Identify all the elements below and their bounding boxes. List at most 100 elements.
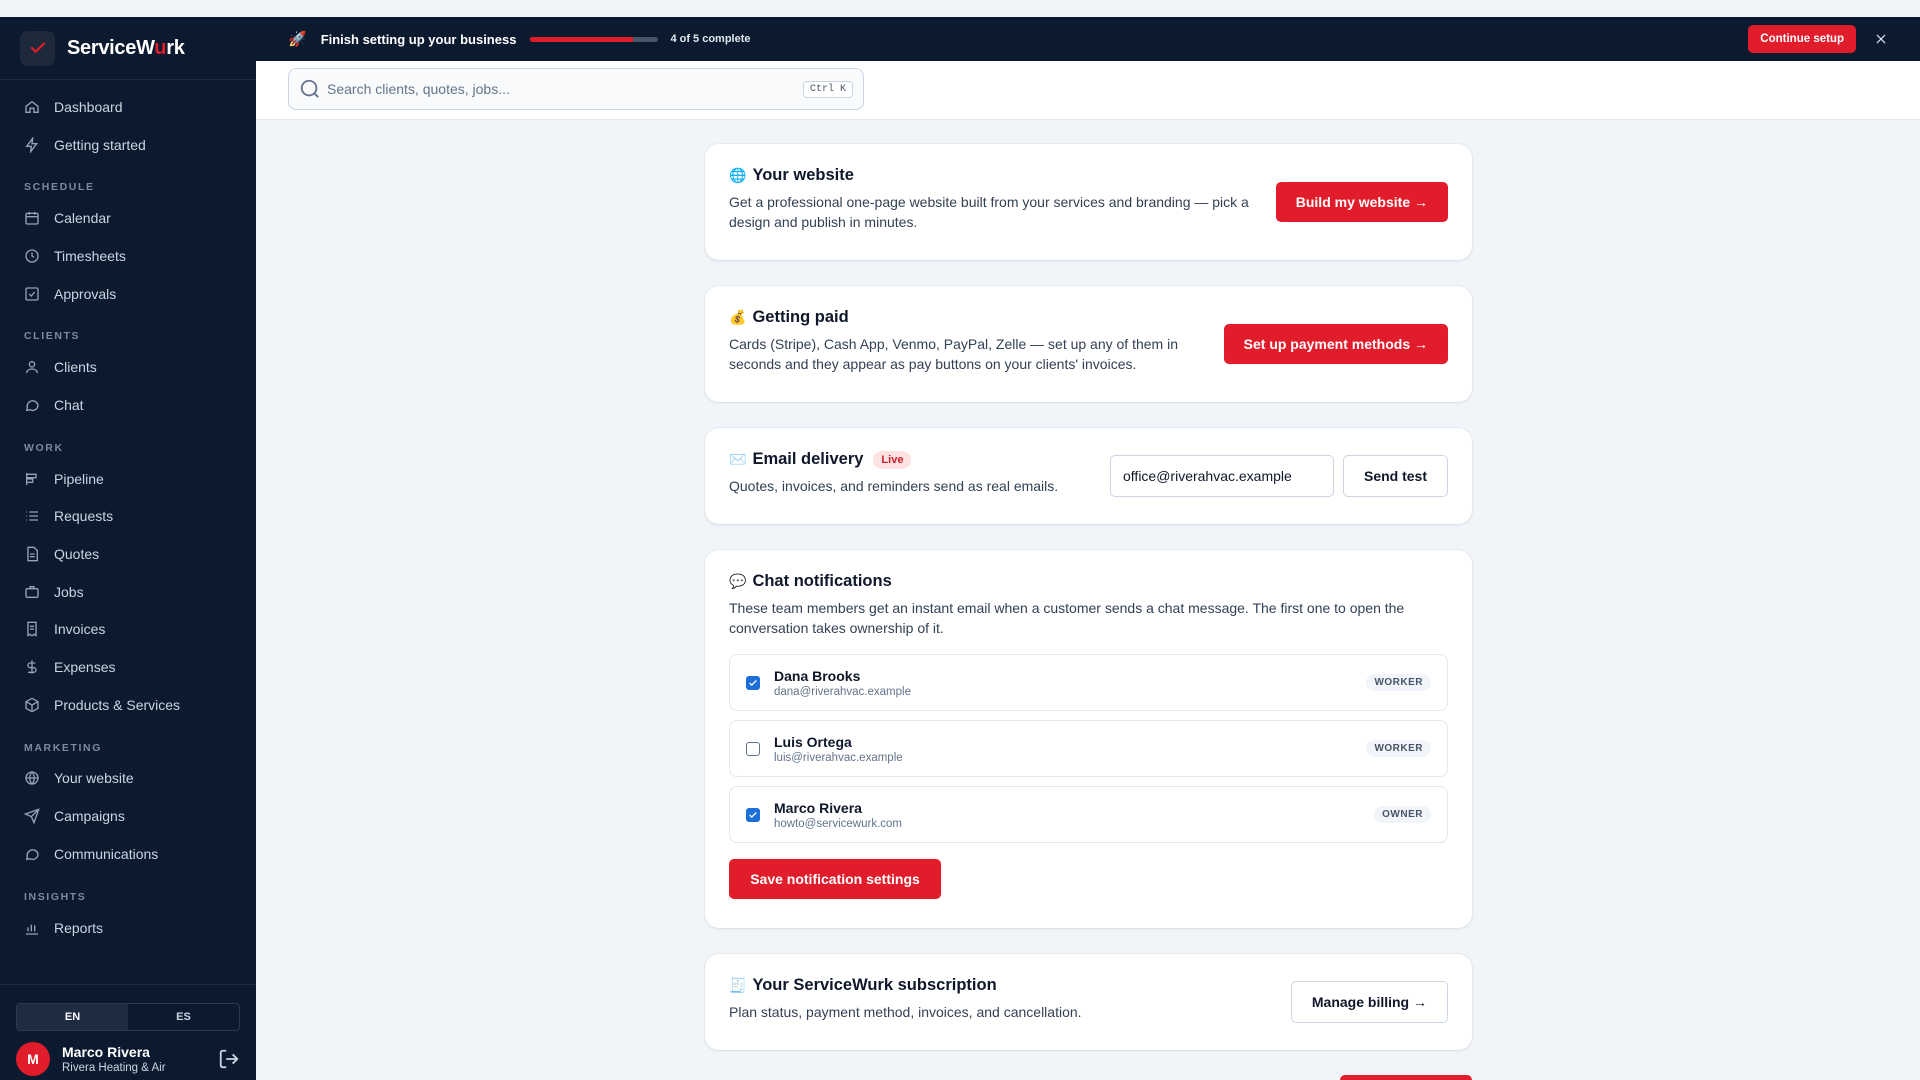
language-toggle: EN ES — [16, 1003, 240, 1031]
sidebar-item-approvals[interactable]: Approvals — [0, 275, 256, 313]
continue-setup-button[interactable]: Continue setup — [1748, 25, 1856, 53]
search-icon — [300, 79, 319, 98]
sidebar-item-invoices[interactable]: Invoices — [0, 611, 256, 649]
sidebar-item-communications[interactable]: Communications — [0, 835, 256, 873]
notify-checkbox[interactable] — [746, 675, 760, 690]
avatar[interactable]: M — [16, 1042, 50, 1076]
offscreen-button-edge[interactable] — [1340, 1075, 1472, 1080]
setup-progress-count: 4 of 5 complete — [670, 33, 751, 45]
subscription-card-title: Your ServiceWurk subscription — [752, 976, 997, 994]
member-email: howto@servicewurk.com — [774, 817, 902, 830]
clock-icon — [25, 249, 39, 263]
search-input[interactable] — [327, 81, 803, 97]
section-clients: CLIENTS — [24, 330, 81, 343]
user-company: Rivera Heating & Air — [62, 1062, 166, 1074]
sidebar-nav: Dashboard Getting started SCHEDULE Calen… — [0, 80, 256, 954]
role-badge: OWNER — [1374, 806, 1431, 823]
checkmark-icon — [749, 679, 757, 686]
globe-icon: 🌐 — [729, 167, 747, 183]
member-email: dana@riverahvac.example — [774, 685, 911, 698]
sidebar-item-campaigns[interactable]: Campaigns — [0, 797, 256, 835]
notify-checkbox[interactable] — [746, 741, 760, 756]
member-name: Marco Rivera — [774, 799, 862, 816]
sidebar-item-reports[interactable]: Reports — [0, 909, 256, 947]
send-icon — [24, 808, 40, 825]
website-card-title: Your website — [752, 166, 854, 184]
setup-payment-methods-button[interactable]: Set up payment methods → — [1223, 324, 1448, 364]
live-status-badge: Live — [873, 450, 912, 469]
section-work: WORK — [24, 441, 64, 454]
close-icon[interactable] — [1874, 32, 1888, 46]
bolt-icon — [25, 136, 38, 153]
sidebar-item-chat[interactable]: Chat — [0, 386, 256, 424]
team-member-row[interactable]: Luis Ortega luis@riverahvac.example WORK… — [729, 720, 1448, 777]
team-member-row[interactable]: Marco Rivera howto@servicewurk.com OWNER — [729, 786, 1448, 843]
setup-banner-title: Finish setting up your business — [320, 31, 517, 47]
briefcase-icon — [25, 585, 39, 598]
sidebar-item-dashboard[interactable]: Dashboard — [0, 88, 256, 126]
notify-checkbox[interactable] — [746, 807, 760, 822]
manage-billing-button[interactable]: Manage billing → — [1290, 981, 1448, 1023]
role-badge: WORKER — [1366, 740, 1431, 757]
settings-content: 🌐 Your website Get a professional one-pa… — [256, 120, 1920, 1080]
calendar-icon — [25, 212, 39, 225]
member-email: luis@riverahvac.example — [774, 751, 903, 764]
logout-icon[interactable] — [218, 1048, 240, 1070]
chat-notifications-card-description: These team members get an instant email … — [729, 600, 1405, 636]
chat-notifications-card: 💬 Chat notifications These team members … — [705, 550, 1472, 928]
list-icon — [26, 511, 38, 522]
rocket-icon: 🚀 — [288, 31, 307, 48]
envelope-icon: ✉️ — [729, 451, 747, 467]
getting-paid-card-description: Cards (Stripe), Cash App, Venmo, PayPal,… — [729, 336, 1178, 372]
sidebar: ServiceWurk Dashboard Getting started SC… — [0, 17, 256, 1080]
sidebar-item-pipeline[interactable]: Pipeline — [0, 460, 256, 498]
brand-name: ServiceWurk — [67, 36, 185, 59]
chat-bubble-icon — [25, 400, 39, 412]
sidebar-item-jobs[interactable]: Jobs — [0, 573, 256, 611]
build-website-button[interactable]: Build my website → — [1275, 182, 1448, 222]
section-insights: INSIGHTS — [24, 890, 87, 903]
money-bag-icon: 💰 — [729, 309, 747, 325]
website-card-description: Get a professional one-page website buil… — [729, 194, 1249, 230]
send-test-button[interactable]: Send test — [1342, 455, 1448, 497]
sidebar-item-quotes[interactable]: Quotes — [0, 535, 256, 573]
email-delivery-card-description: Quotes, invoices, and reminders send as … — [729, 478, 1059, 494]
email-delivery-card: ✉️ Email delivery Live Quotes, invoices,… — [705, 428, 1472, 524]
check-square-icon — [25, 286, 39, 301]
user-profile: M Marco Rivera Rivera Heating & Air — [16, 1041, 240, 1077]
website-card: 🌐 Your website Get a professional one-pa… — [705, 144, 1472, 260]
sidebar-item-your-website[interactable]: Your website — [0, 760, 256, 798]
box-icon — [25, 697, 39, 713]
check-icon — [20, 30, 55, 66]
sidebar-item-products-services[interactable]: Products & Services — [0, 686, 256, 724]
language-en-button[interactable]: EN — [17, 1004, 128, 1030]
sidebar-footer: EN ES M Marco Rivera Rivera Heating & Ai… — [0, 984, 256, 1080]
checkmark-icon — [749, 811, 757, 818]
save-notification-settings-button[interactable]: Save notification settings — [729, 859, 941, 899]
section-marketing: MARKETING — [24, 741, 102, 754]
sidebar-item-requests[interactable]: Requests — [0, 498, 256, 536]
sidebar-item-getting-started[interactable]: Getting started — [0, 126, 256, 164]
sidebar-item-timesheets[interactable]: Timesheets — [0, 237, 256, 275]
sidebar-item-expenses[interactable]: Expenses — [0, 648, 256, 686]
dollar-icon — [27, 660, 37, 674]
member-name: Luis Ortega — [774, 733, 852, 750]
invoice-icon — [27, 622, 37, 638]
sidebar-item-calendar[interactable]: Calendar — [0, 199, 256, 237]
user-icon — [26, 361, 38, 374]
email-delivery-card-title: Email delivery — [752, 450, 864, 468]
user-name: Marco Rivera — [62, 1044, 150, 1060]
role-badge: WORKER — [1366, 674, 1431, 691]
globe-icon — [25, 771, 39, 786]
language-es-button[interactable]: ES — [128, 1004, 239, 1030]
sidebar-item-clients[interactable]: Clients — [0, 348, 256, 386]
setup-progress-fill — [530, 36, 633, 42]
setup-progress-bar — [530, 36, 659, 42]
team-member-row[interactable]: Dana Brooks dana@riverahvac.example WORK… — [729, 654, 1448, 711]
brand[interactable]: ServiceWurk — [0, 17, 256, 80]
document-icon — [27, 546, 38, 562]
search-shortcut-hint: Ctrl K — [802, 80, 853, 98]
team-member-list: Dana Brooks dana@riverahvac.example WORK… — [729, 654, 1448, 843]
pipeline-icon — [26, 472, 37, 485]
test-email-field[interactable] — [1110, 455, 1334, 497]
